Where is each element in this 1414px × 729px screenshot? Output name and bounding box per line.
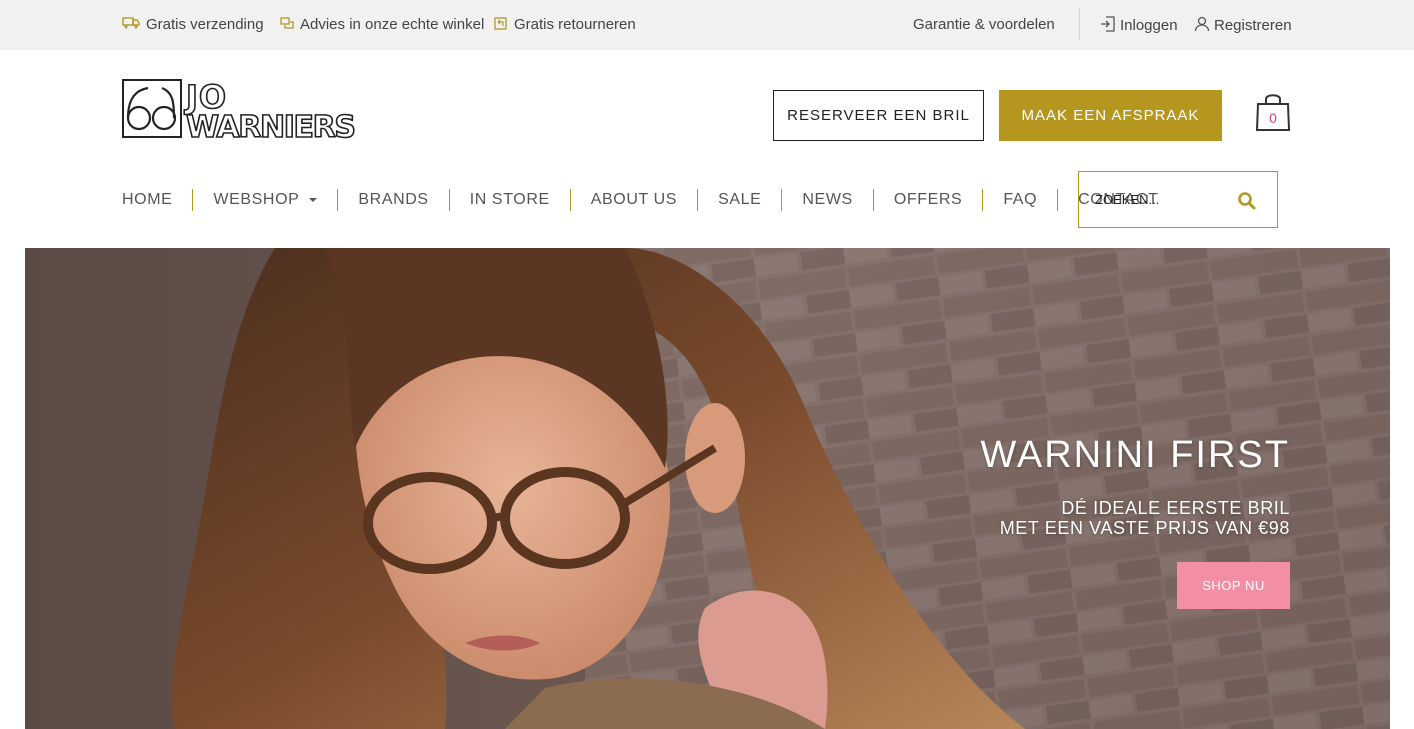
chat-icon [280,17,294,32]
login-link[interactable]: Inloggen [1100,16,1178,35]
nav-item-label: WEBSHOP [213,191,300,208]
topbar-divider [1079,8,1080,40]
register-link[interactable]: Registreren [1194,16,1292,35]
top-bar: Gratis verzending Advies in onze echte w… [0,0,1414,50]
user-icon [1194,16,1210,35]
main-nav: HOME WEBSHOP BRANDS IN STORE ABOUT US SA… [122,188,1178,212]
login-label[interactable]: Inloggen [1120,17,1178,34]
nav-item-news[interactable]: NEWS [781,189,872,211]
nav-item-about-us[interactable]: ABOUT US [569,189,697,211]
return-icon [494,16,508,33]
usp-label: Advies in onze echte winkel [300,16,485,33]
make-appointment-button[interactable]: MAAK EEN AFSPRAAK [999,90,1222,141]
hero-title: WARNINI FIRST [980,434,1290,476]
nav-item-offers[interactable]: OFFERS [872,189,983,211]
nav-item-brands[interactable]: BRANDS [337,189,448,211]
guarantee-label[interactable]: Garantie & voordelen [913,16,1055,33]
reserve-glasses-button[interactable]: RESERVEER EEN BRIL [773,90,984,141]
svg-text:WARNIERS: WARNIERS [186,110,356,140]
usp-label: Gratis retourneren [514,16,636,33]
cart-button[interactable]: 0 [1254,92,1292,132]
cart-count: 0 [1269,110,1277,126]
usp-store-advice: Advies in onze echte winkel [280,16,484,33]
truck-icon [122,17,140,32]
search-icon[interactable] [1237,191,1257,211]
nav-item-faq[interactable]: FAQ [982,189,1057,211]
usp-free-shipping: Gratis verzending [122,16,264,33]
brand-logo[interactable]: JO WARNIERS [122,77,358,146]
register-label[interactable]: Registreren [1214,17,1292,34]
usp-label: Gratis verzending [146,16,264,33]
login-icon [1100,16,1116,35]
search-input[interactable] [1079,192,1229,207]
logo-graphic: JO WARNIERS [122,77,357,146]
hero-subtitle: DÉ IDEALE EERSTE BRIL MET EEN VASTE PRIJ… [1000,498,1290,538]
guarantee-link[interactable]: Garantie & voordelen [913,16,1055,33]
usp-free-returns: Gratis retourneren [494,16,636,33]
hero-banner: WARNINI FIRST DÉ IDEALE EERSTE BRIL MET … [25,248,1390,729]
shop-now-button[interactable]: SHOP NU [1177,562,1290,609]
hero-image [25,248,1390,729]
hero-subtitle-line: DÉ IDEALE EERSTE BRIL [1061,498,1290,518]
nav-item-webshop[interactable]: WEBSHOP [192,189,337,211]
search-box [1078,171,1278,228]
chevron-down-icon [309,198,318,202]
nav-item-sale[interactable]: SALE [697,189,781,211]
nav-item-in-store[interactable]: IN STORE [448,189,570,211]
nav-item-home[interactable]: HOME [122,189,192,211]
hero-subtitle-line: MET EEN VASTE PRIJS VAN €98 [999,518,1290,538]
